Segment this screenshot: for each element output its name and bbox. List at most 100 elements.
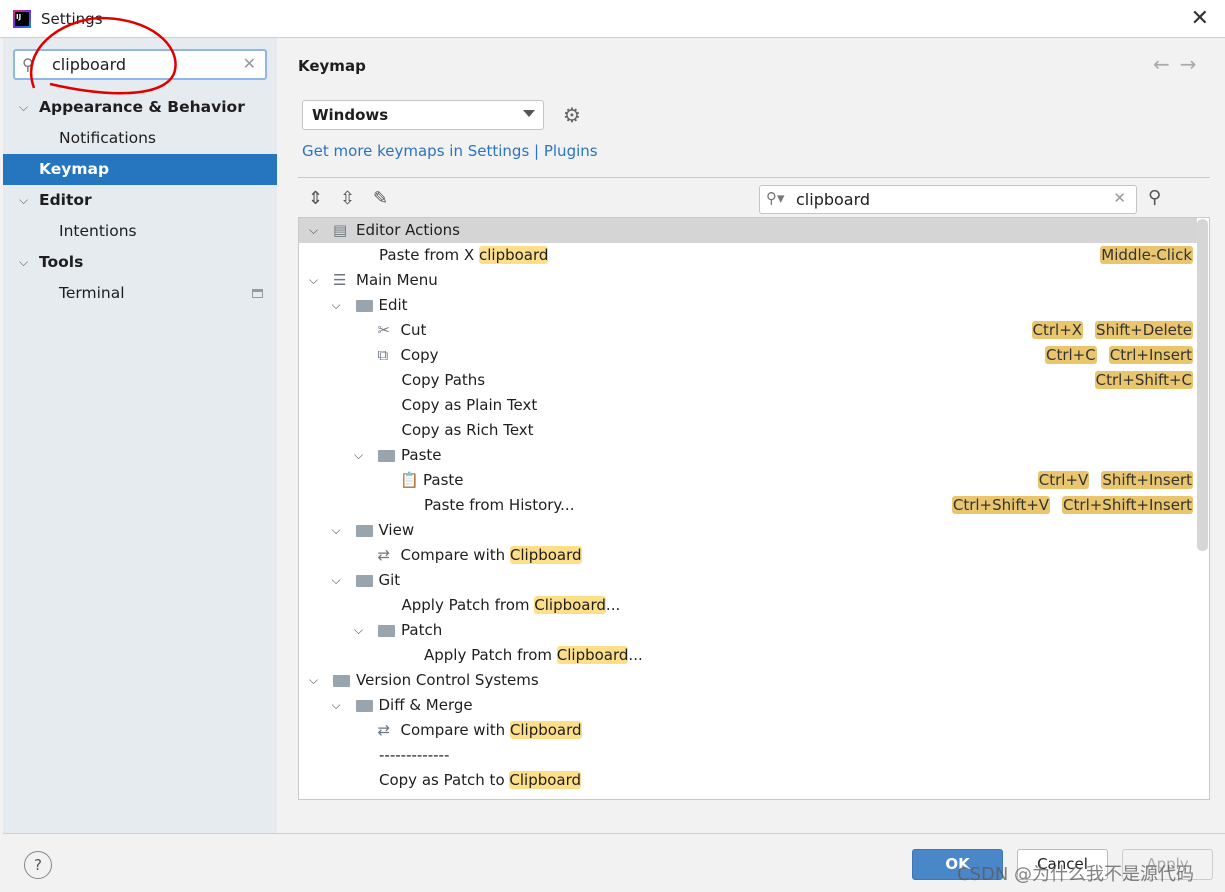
- chevron-down-icon[interactable]: ⌵: [332, 518, 341, 543]
- tree-row[interactable]: -------------: [299, 743, 1197, 768]
- chevron-down-icon[interactable]: ⌵: [354, 618, 363, 643]
- search-match: Clipboard: [556, 646, 629, 664]
- chevron-down-icon[interactable]: ⌵: [309, 268, 318, 293]
- sidebar-item-label: Tools: [39, 253, 84, 271]
- compare-icon: ⇄: [377, 721, 391, 739]
- tree-row[interactable]: ⌵ View: [299, 518, 1197, 543]
- keymap-select[interactable]: Windows: [302, 100, 544, 130]
- action-label: -------------: [379, 743, 449, 768]
- tree-row[interactable]: ⧉ Copy Ctrl+C Ctrl+Insert: [299, 343, 1197, 368]
- action-label: Copy: [401, 343, 439, 368]
- gear-icon[interactable]: ⚙: [563, 103, 581, 127]
- sidebar-item[interactable]: Notifications: [3, 123, 277, 154]
- tree-row[interactable]: Apply Patch from Clipboard...: [299, 643, 1197, 668]
- action-label: Paste: [423, 468, 464, 493]
- action-label: Editor Actions: [356, 218, 460, 243]
- folder-shape: [378, 450, 395, 462]
- shortcuts: Middle-Click: [1088, 243, 1193, 268]
- chevron-down-icon[interactable]: ⌵: [332, 568, 341, 593]
- chevron-down-icon[interactable]: ⌵: [332, 693, 341, 718]
- tree-row[interactable]: 📋 Paste Ctrl+V Shift+Insert: [299, 468, 1197, 493]
- chevron-down-icon[interactable]: ⌵: [19, 185, 28, 216]
- chevron-down-icon[interactable]: ⌵: [309, 218, 318, 243]
- sidebar-item[interactable]: ⌵ Editor: [3, 185, 277, 216]
- chevron-down-icon[interactable]: ⌵: [309, 668, 318, 693]
- sidebar-item-label: Keymap: [39, 160, 110, 178]
- folder-shape: [355, 300, 373, 312]
- label-text: Paste from X: [379, 246, 479, 264]
- tree-row[interactable]: Copy Paths Ctrl+Shift+C: [299, 368, 1197, 393]
- shortcut-badge: Ctrl+Shift+Insert: [1062, 496, 1193, 514]
- tree-row[interactable]: Paste from History... Ctrl+Shift+V Ctrl+Sh…: [299, 493, 1197, 518]
- sidebar-item[interactable]: ⌵ Tools: [3, 247, 277, 278]
- sidebar-item[interactable]: Intentions: [3, 216, 277, 247]
- label-text: Main Menu: [356, 271, 438, 289]
- title-bar: IJ Settings ✕: [0, 0, 1225, 38]
- tree-row[interactable]: ⌵ Paste: [299, 443, 1197, 468]
- settings-search-input[interactable]: ⚲ clipboard ✕: [13, 49, 267, 80]
- chevron-down-icon[interactable]: ⌵: [354, 443, 363, 468]
- get-more-keymaps-link[interactable]: Get more keymaps in Settings | Plugins: [302, 142, 598, 160]
- shortcut-badge: Ctrl+Insert: [1108, 346, 1193, 364]
- tree-row[interactable]: Copy as Rich Text: [299, 418, 1197, 443]
- folder-icon: [333, 668, 350, 695]
- tree-row[interactable]: Copy as Patch to Clipboard: [299, 768, 1197, 793]
- label-text: Compare with: [400, 546, 510, 564]
- tree-row[interactable]: ⌵ ☰ Main Menu: [299, 268, 1197, 293]
- window-title: Settings: [41, 10, 103, 28]
- shortcuts: Ctrl+Shift+V Ctrl+Shift+Insert: [940, 493, 1193, 518]
- action-label: Version Control Systems: [356, 668, 539, 693]
- tree-row[interactable]: Paste from X clipboard Middle-Click: [299, 243, 1197, 268]
- label-text: Apply Patch from: [401, 596, 535, 614]
- folder-icon: [355, 518, 373, 545]
- folder-shape: [355, 700, 373, 712]
- filter-value: clipboard: [796, 190, 871, 209]
- action-label: Cut: [401, 318, 427, 343]
- chevron-down-icon[interactable]: ⌵: [332, 293, 341, 318]
- scrollbar[interactable]: [1197, 219, 1208, 551]
- divider: [298, 177, 1210, 178]
- close-icon[interactable]: ✕: [1191, 6, 1209, 31]
- back-forward-arrows[interactable]: ←→: [1153, 52, 1207, 76]
- label-text: Copy: [400, 346, 439, 364]
- find-by-shortcut-icon[interactable]: ⚲: [1148, 187, 1161, 208]
- keymap-filter-input[interactable]: ⚲▾ clipboard ✕: [759, 185, 1137, 214]
- tree-row[interactable]: ✂ Cut Ctrl+X Shift+Delete: [299, 318, 1197, 343]
- sidebar-item[interactable]: Keymap: [3, 154, 277, 185]
- tree-row[interactable]: ⌵ Diff & Merge: [299, 693, 1197, 718]
- collapse-all-icon[interactable]: ⇳: [340, 188, 355, 209]
- scissors-icon: ✂: [377, 321, 391, 339]
- action-label: Main Menu: [356, 268, 438, 293]
- tree-row[interactable]: ⇄ Compare with Clipboard: [299, 718, 1197, 743]
- expand-all-icon[interactable]: ⇕: [308, 188, 323, 209]
- label-text: Paste from History...: [424, 496, 575, 514]
- clear-icon[interactable]: ✕: [1113, 189, 1126, 207]
- editor-actions-icon: ▤: [333, 221, 348, 239]
- sidebar-item[interactable]: Terminal: [3, 278, 277, 309]
- chevron-down-icon[interactable]: ⌵: [19, 92, 28, 123]
- tree-row[interactable]: ⇄ Compare with Clipboard: [299, 543, 1197, 568]
- clear-icon[interactable]: ✕: [243, 54, 256, 73]
- label-text: Paste: [401, 446, 442, 464]
- intellij-logo-icon: IJ: [13, 10, 31, 28]
- search-match: clipboard: [478, 246, 549, 264]
- tree-row[interactable]: Copy as Plain Text: [299, 393, 1197, 418]
- shortcut-badge: Middle-Click: [1100, 246, 1193, 264]
- action-label: Copy as Plain Text: [402, 393, 538, 418]
- chevron-down-icon[interactable]: ⌵: [19, 247, 28, 278]
- shortcut-badge: Ctrl+X: [1031, 321, 1084, 339]
- shortcut-badge: Ctrl+Shift+C: [1094, 371, 1193, 389]
- help-button[interactable]: ?: [24, 851, 52, 879]
- tree-row[interactable]: ⌵ Patch: [299, 618, 1197, 643]
- folder-shape: [333, 675, 350, 687]
- tree-row[interactable]: Apply Patch from Clipboard...: [299, 593, 1197, 618]
- edit-shortcut-icon[interactable]: ✎: [373, 188, 388, 209]
- action-label: Copy as Rich Text: [402, 418, 534, 443]
- folder-icon: [355, 693, 373, 720]
- tree-row[interactable]: ⌵ ▤ Editor Actions: [299, 218, 1197, 243]
- shortcuts: Ctrl+C Ctrl+Insert: [1033, 343, 1193, 368]
- tree-row[interactable]: ⌵ Edit: [299, 293, 1197, 318]
- tree-row[interactable]: ⌵ Git: [299, 568, 1197, 593]
- tree-row[interactable]: ⌵ Version Control Systems: [299, 668, 1197, 693]
- sidebar-item[interactable]: ⌵ Appearance & Behavior: [3, 92, 277, 123]
